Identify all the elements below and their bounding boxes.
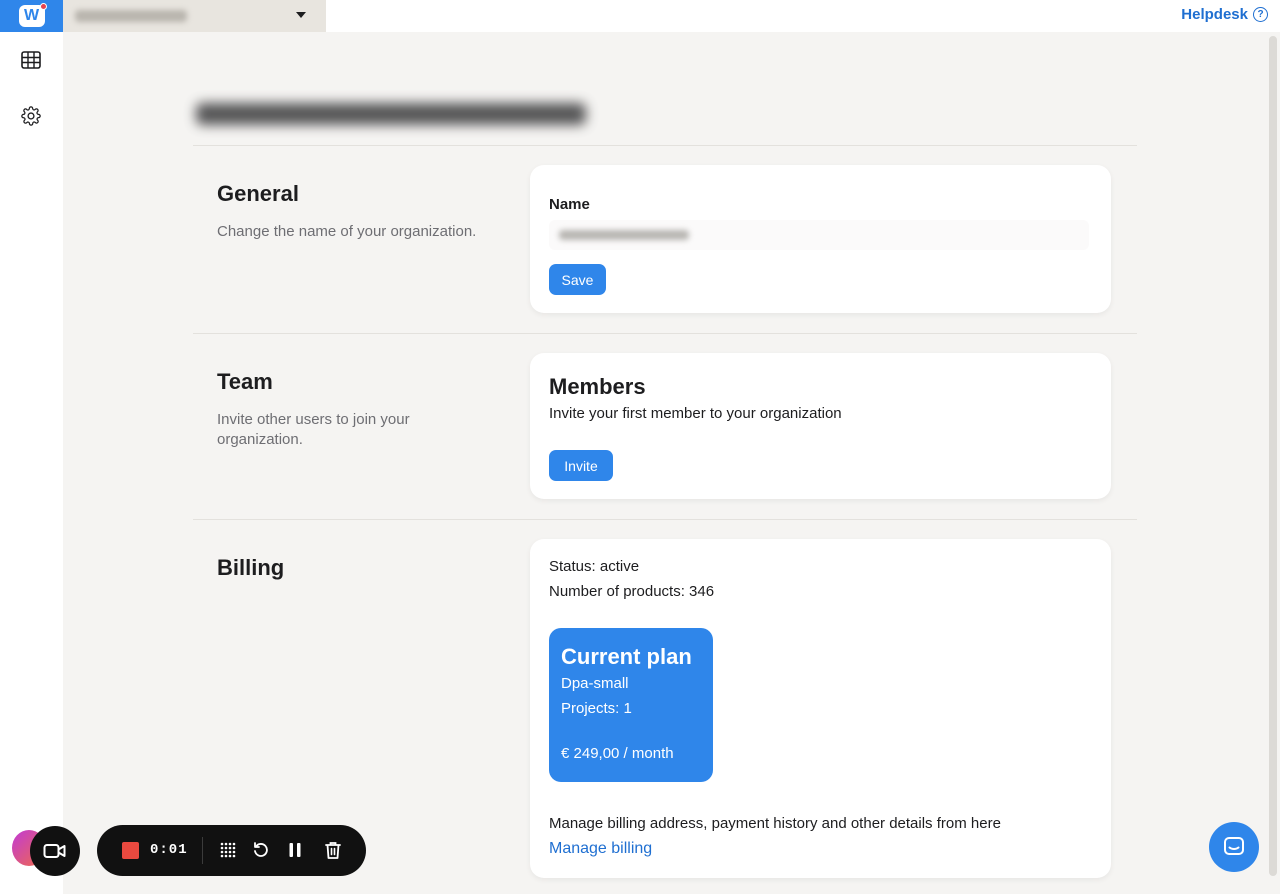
toolbar-separator [202, 837, 203, 864]
divider [193, 519, 1137, 520]
top-bar: W Helpdesk ? [0, 0, 1280, 32]
billing-status: Status: active [549, 558, 640, 575]
chat-icon [1224, 837, 1244, 855]
helpdesk-link[interactable]: Helpdesk ? [1181, 6, 1268, 23]
recording-toolbar: 0:01 [97, 825, 366, 876]
general-description: Change the name of your organization. [217, 223, 477, 240]
drag-handle-icon[interactable] [218, 840, 238, 860]
chat-support-button[interactable] [1209, 822, 1259, 872]
video-camera-icon [43, 844, 66, 858]
name-input-value-redacted [559, 230, 689, 240]
page-title-blur [196, 103, 586, 125]
recording-timer: 0:01 [150, 842, 188, 858]
team-description: Invite other users to join your organiza… [217, 411, 410, 448]
current-plan-card: Current plan Dpa-small Projects: 1 € 249… [549, 628, 713, 782]
manage-billing-link[interactable]: Manage billing [549, 840, 652, 858]
divider [193, 145, 1137, 146]
chevron-down-icon [296, 12, 306, 18]
plan-name: Dpa-small [561, 675, 629, 692]
scrollbar[interactable] [1266, 32, 1280, 894]
members-title: Members [549, 374, 646, 399]
general-heading: General [217, 181, 299, 206]
table-grid-icon[interactable] [20, 49, 42, 71]
scrollbar-thumb[interactable] [1269, 36, 1277, 876]
gear-icon[interactable] [20, 105, 42, 127]
plan-price: € 249,00 / month [561, 745, 674, 762]
logo-dot [39, 3, 47, 10]
name-label: Name [549, 196, 590, 213]
organization-select[interactable] [63, 0, 326, 32]
billing-product-count: Number of products: 346 [549, 583, 715, 600]
plan-projects: Projects: 1 [561, 700, 632, 717]
manage-billing-description: Manage billing address, payment history … [549, 815, 1001, 832]
name-input[interactable] [549, 220, 1089, 250]
app-logo[interactable]: W [0, 0, 63, 32]
logo-mark: W [18, 3, 47, 27]
help-circle-icon: ? [1253, 7, 1268, 22]
logo-letter: W [23, 7, 40, 24]
camera-toggle-button[interactable] [30, 826, 80, 876]
billing-heading: Billing [217, 555, 285, 580]
plan-title: Current plan [561, 644, 692, 669]
restart-icon[interactable] [251, 840, 271, 860]
sidebar [0, 32, 63, 894]
helpdesk-label: Helpdesk [1181, 6, 1248, 23]
invite-button[interactable]: Invite [549, 450, 613, 481]
trash-icon[interactable] [323, 840, 343, 860]
stop-recording-button[interactable] [122, 842, 139, 859]
pause-icon[interactable] [285, 840, 305, 860]
page-title-redacted [196, 94, 591, 134]
members-description: Invite your first member to your organiz… [549, 405, 842, 422]
organization-name-redacted [75, 10, 187, 22]
divider [193, 333, 1137, 334]
team-heading: Team [217, 369, 273, 394]
save-button[interactable]: Save [549, 264, 606, 295]
